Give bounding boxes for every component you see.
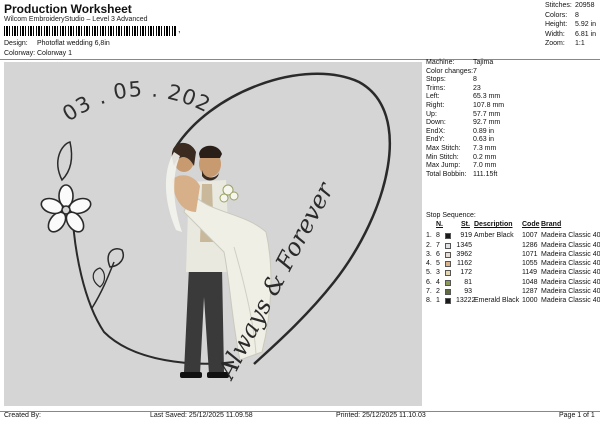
page-title: Production Worksheet (4, 2, 132, 16)
info-row: Up: 57.7 mm (426, 110, 501, 118)
stitch-count: 172 (460, 269, 472, 277)
thread-color-swatch (445, 289, 451, 296)
design-value: Photoflat wedding 6,8in (37, 40, 110, 47)
thread-code: 1007 (522, 232, 538, 240)
stitch-count: 93 (464, 288, 472, 296)
stitch-count: 81 (464, 278, 472, 286)
footer-divider (0, 411, 600, 412)
created-by: Created By: (4, 412, 41, 419)
thread-color-swatch (445, 270, 451, 277)
summary-row: Stitches: 20958 (545, 2, 595, 9)
stitch-count: 3962 (456, 250, 472, 258)
needle-number: 4 (436, 278, 440, 286)
needle-number: 1 (436, 297, 440, 305)
colorway-value: Colorway 1 (37, 50, 73, 57)
thread-code: 1055 (522, 260, 538, 268)
thread-code: 1286 (522, 241, 538, 249)
page-number: Page 1 of 1 (559, 412, 595, 419)
date-text: 03 . 05 . 2020 (4, 62, 215, 126)
stop-index: 4. (426, 260, 432, 268)
thread-brand: Madeira Classic 40 (541, 241, 600, 249)
thread-brand: Madeira Classic 40 (541, 288, 600, 296)
last-saved: Last Saved: 25/12/2025 11.09.58 (150, 412, 253, 419)
barcode (4, 26, 176, 36)
colorway-label: Colorway: (4, 50, 36, 57)
needle-number: 3 (436, 269, 440, 277)
summary-row: Width: 6.81 in (545, 30, 597, 38)
info-row: EndX: 0.89 in (426, 127, 495, 135)
info-row: EndY: 0.63 in (426, 136, 495, 144)
color-description: Amber Black (474, 232, 514, 240)
stop-index: 7. (426, 288, 432, 296)
thread-code: 1149 (522, 269, 538, 277)
info-row: Down: 92.7 mm (426, 119, 501, 127)
stop-index: 2. (426, 241, 432, 249)
thread-brand: Madeira Classic 40 (541, 260, 600, 268)
thread-code: 1048 (522, 278, 538, 286)
color-description: Emerald Black (474, 297, 520, 305)
stop-index: 8. (426, 297, 432, 305)
needle-number: 2 (436, 288, 440, 296)
flower-bud (107, 248, 124, 268)
thread-color-swatch (445, 251, 451, 258)
info-row: Max Stitch: 7.3 mm (426, 144, 497, 152)
stop-index: 6. (426, 278, 432, 286)
thread-brand: Madeira Classic 40 (541, 297, 600, 305)
embroidery-artwork: 03 . 05 . 2020 (4, 62, 392, 385)
thread-brand: Madeira Classic 40 (541, 269, 600, 277)
printed-date: Printed: 25/12/2025 11.10.03 (336, 412, 426, 419)
stitch-count: 1345 (456, 241, 472, 249)
info-row: Total Bobbin: 111.15ft (426, 170, 498, 178)
design-preview: 03 . 05 . 2020 (4, 62, 422, 406)
design-label: Design: (4, 40, 28, 47)
stitch-count: 919 (460, 232, 472, 240)
info-row: Max Jump: 7.0 mm (426, 162, 497, 170)
thread-code: 1000 (522, 297, 538, 305)
summary-row: Height: 5.92 in (545, 21, 597, 28)
info-row: Color changes: 7 (426, 67, 477, 75)
thread-color-swatch (445, 279, 451, 286)
summary-row: Colors: 8 (545, 11, 579, 19)
stop-index: 1. (426, 232, 432, 240)
thread-color-swatch (445, 233, 451, 240)
needle-number: 8 (436, 232, 440, 240)
info-row: Left: 65.3 mm (426, 93, 501, 101)
software-name: Wilcom EmbroideryStudio – Level 3 Advanc… (4, 16, 148, 23)
info-row: Trims: 23 (426, 84, 481, 92)
design-summary: Stitches: 20958 Colors: 8 Height: 5.92 in W… (545, 2, 600, 50)
stitch-count: 1162 (456, 260, 472, 268)
barcode-tail: , (178, 24, 181, 34)
thread-brand: Madeira Classic 40 (541, 232, 600, 240)
needle-number: 6 (436, 250, 440, 258)
summary-row: Zoom: 1:1 (545, 40, 585, 47)
flower-bud-lower (92, 267, 106, 288)
flower-leaf (57, 141, 73, 182)
stop-index: 5. (426, 269, 432, 277)
thread-brand: Madeira Classic 40 (541, 278, 600, 286)
info-row: Right: 107.8 mm (426, 101, 505, 109)
thread-brand: Madeira Classic 40 (541, 250, 600, 258)
thread-color-swatch (445, 298, 451, 305)
thread-color-swatch (445, 242, 451, 249)
thread-code: 1071 (522, 250, 538, 258)
thread-code: 1287 (522, 288, 538, 296)
info-row: Min Stitch: 0.2 mm (426, 153, 497, 161)
info-row: Stops: 8 (426, 76, 477, 84)
needle-number: 7 (436, 241, 440, 249)
machine-info: Machine: Tajima Color changes: 7 Stops: 8 T… (426, 59, 598, 179)
flower-icon (40, 184, 92, 233)
stop-index: 3. (426, 250, 432, 258)
info-row: Machine: Tajima (426, 59, 494, 66)
needle-number: 5 (436, 260, 440, 268)
thread-color-swatch (445, 261, 451, 268)
stitch-count: 13222 (456, 297, 476, 305)
bud-stem (91, 261, 115, 309)
